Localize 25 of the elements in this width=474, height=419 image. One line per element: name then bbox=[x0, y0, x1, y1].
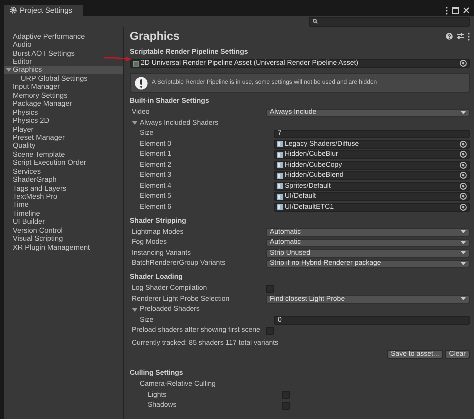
dropdown-arrow-icon bbox=[461, 251, 466, 256]
maximize-icon[interactable] bbox=[452, 7, 459, 14]
dropdown-arrow-icon bbox=[461, 230, 466, 234]
checkbox[interactable] bbox=[282, 391, 290, 400]
dropdown-arrow-icon bbox=[461, 110, 466, 115]
dropdown-arrow-icon bbox=[461, 297, 466, 302]
checkbox[interactable] bbox=[266, 326, 274, 335]
warning-icon bbox=[135, 76, 148, 90]
gear-icon bbox=[10, 7, 17, 14]
search-icon bbox=[313, 19, 318, 24]
annotation-arrow bbox=[103, 55, 133, 63]
page-title: Graphics bbox=[130, 30, 180, 42]
expand-arrow-icon[interactable] bbox=[6, 66, 12, 73]
dropdown-arrow-icon bbox=[461, 262, 466, 266]
object-picker-icon[interactable] bbox=[460, 60, 467, 68]
asset-icon bbox=[133, 60, 139, 67]
search-field[interactable] bbox=[309, 16, 470, 26]
sliders-icon[interactable] bbox=[457, 33, 464, 40]
checkbox[interactable] bbox=[266, 284, 274, 293]
help-icon[interactable] bbox=[446, 33, 453, 40]
checkbox[interactable] bbox=[282, 402, 290, 410]
foldout-arrow-icon[interactable] bbox=[132, 306, 138, 313]
close-icon[interactable] bbox=[463, 7, 470, 14]
foldout-arrow-icon[interactable] bbox=[132, 120, 138, 126]
dropdown-arrow-icon bbox=[461, 240, 466, 245]
